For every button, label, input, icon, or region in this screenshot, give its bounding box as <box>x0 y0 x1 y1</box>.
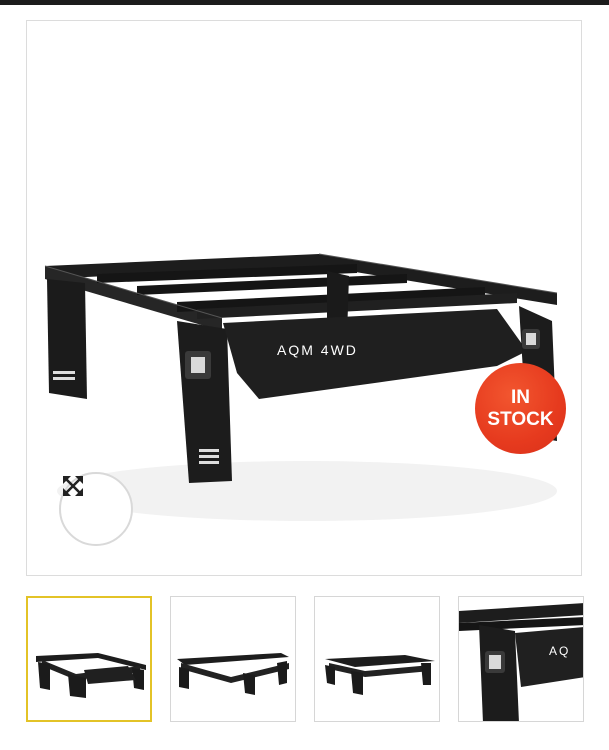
thumbnail-4[interactable]: AQ <box>458 596 584 722</box>
thumbnail-1[interactable] <box>26 596 152 722</box>
expand-arrows-icon <box>63 476 83 496</box>
thumbnail-rack-closeup-image: AQ <box>459 603 583 721</box>
thumbnail-3[interactable] <box>314 596 440 722</box>
thumbnail-rack-image <box>177 653 289 695</box>
thumbnail-rack-image <box>36 653 146 698</box>
thumbnail-rack-image <box>325 655 435 695</box>
in-stock-badge: IN STOCK <box>475 363 566 454</box>
thumbnail-brand-text: AQ <box>549 644 570 658</box>
thumbnail-2[interactable] <box>170 596 296 722</box>
zoom-button[interactable] <box>59 472 133 546</box>
rack-brand-text: AQM 4WD <box>277 342 358 358</box>
badge-line-2: STOCK <box>487 408 554 430</box>
main-product-image[interactable]: AQM 4WD IN STOCK <box>26 20 582 576</box>
top-bar <box>0 0 609 5</box>
badge-line-1: IN <box>511 386 530 408</box>
